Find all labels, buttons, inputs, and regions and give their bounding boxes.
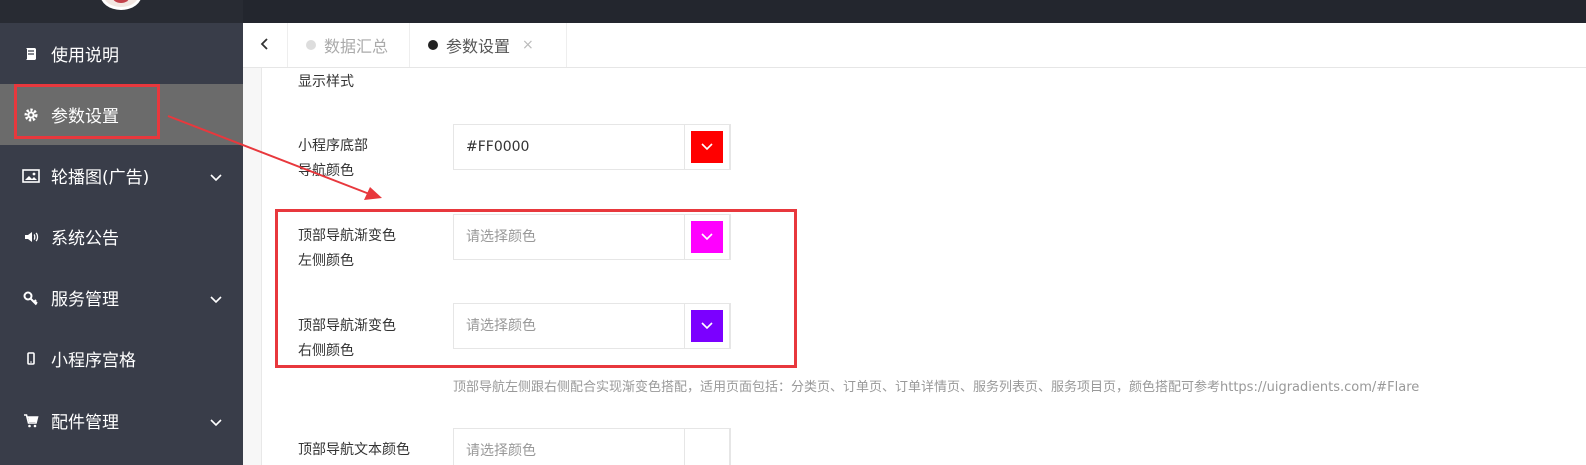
- annotation-arrow: [167, 115, 382, 200]
